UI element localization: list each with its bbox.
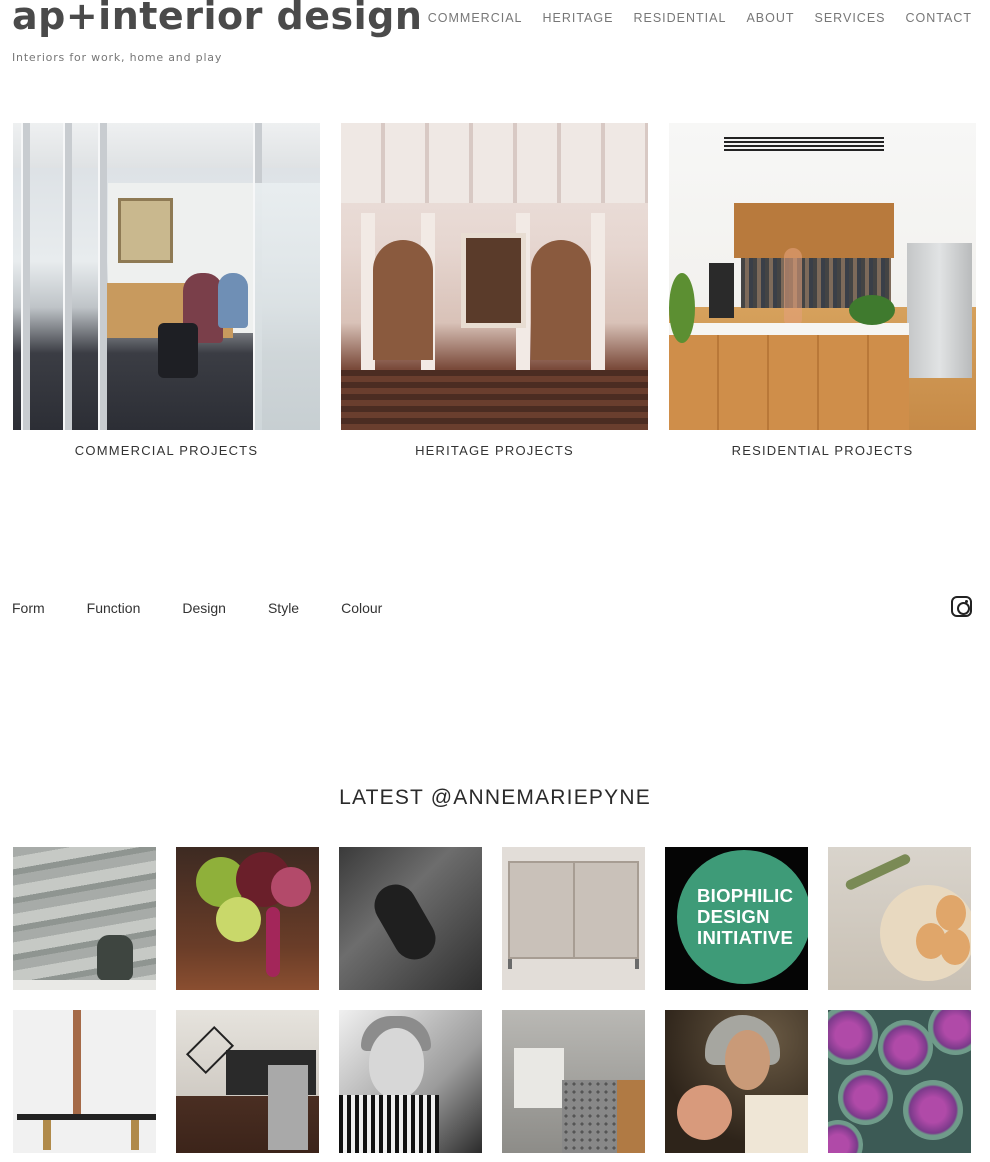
biophilic-line-2: DESIGN — [697, 906, 770, 927]
site-logo[interactable]: ap+interior design — [12, 0, 422, 38]
tag-function[interactable]: Function — [87, 600, 141, 616]
tag-colour[interactable]: Colour — [341, 600, 382, 616]
feed-image-pendant-light[interactable] — [13, 1010, 156, 1153]
commercial-project-image[interactable] — [13, 123, 320, 430]
site-tagline: Interiors for work, home and play — [12, 51, 223, 64]
project-card-commercial[interactable]: COMMERCIAL PROJECTS — [13, 123, 320, 458]
feed-image-eggs[interactable] — [828, 847, 971, 990]
feed-image-textile-vase[interactable] — [13, 847, 156, 990]
feed-image-material-samples[interactable] — [502, 1010, 645, 1153]
nav-commercial[interactable]: COMMERCIAL — [428, 11, 523, 25]
main-nav: COMMERCIAL HERITAGE RESIDENTIAL ABOUT SE… — [428, 11, 972, 25]
project-caption[interactable]: RESIDENTIAL PROJECTS — [669, 443, 976, 458]
tag-form[interactable]: Form — [12, 600, 45, 616]
project-caption[interactable]: COMMERCIAL PROJECTS — [13, 443, 320, 458]
instagram-feed-grid: BIOPHILIC DESIGN INITIATIVE — [13, 847, 971, 1153]
nav-residential[interactable]: RESIDENTIAL — [633, 11, 726, 25]
biophilic-line-3: INITIATIVE — [697, 927, 794, 948]
instagram-icon[interactable] — [951, 596, 972, 617]
nav-contact[interactable]: CONTACT — [906, 11, 973, 25]
tag-style[interactable]: Style — [268, 600, 299, 616]
category-tags: Form Function Design Style Colour — [12, 600, 382, 616]
biophilic-line-1: BIOPHILIC — [697, 885, 794, 906]
feed-title: LATEST @ANNEMARIEPYNE — [339, 786, 651, 809]
project-cards: COMMERCIAL PROJECTS HERITAGE PROJECTS RE… — [13, 123, 976, 458]
feed-image-portrait-woman[interactable] — [339, 1010, 482, 1153]
residential-project-image[interactable] — [669, 123, 976, 430]
nav-heritage[interactable]: HERITAGE — [542, 11, 613, 25]
nav-about[interactable]: ABOUT — [746, 11, 794, 25]
tag-design[interactable]: Design — [182, 600, 226, 616]
feed-image-flowers[interactable] — [176, 847, 319, 990]
nav-services[interactable]: SERVICES — [815, 11, 886, 25]
feed-image-cabbages[interactable] — [828, 1010, 971, 1153]
feed-image-marble[interactable] — [339, 847, 482, 990]
feed-image-kitchen[interactable] — [176, 1010, 319, 1153]
heritage-project-image[interactable] — [341, 123, 648, 430]
feed-image-biophilic[interactable]: BIOPHILIC DESIGN INITIATIVE — [665, 847, 808, 990]
project-card-heritage[interactable]: HERITAGE PROJECTS — [341, 123, 648, 458]
feed-image-painting[interactable] — [665, 1010, 808, 1153]
project-caption[interactable]: HERITAGE PROJECTS — [341, 443, 648, 458]
project-card-residential[interactable]: RESIDENTIAL PROJECTS — [669, 123, 976, 458]
feed-image-cabinet[interactable] — [502, 847, 645, 990]
